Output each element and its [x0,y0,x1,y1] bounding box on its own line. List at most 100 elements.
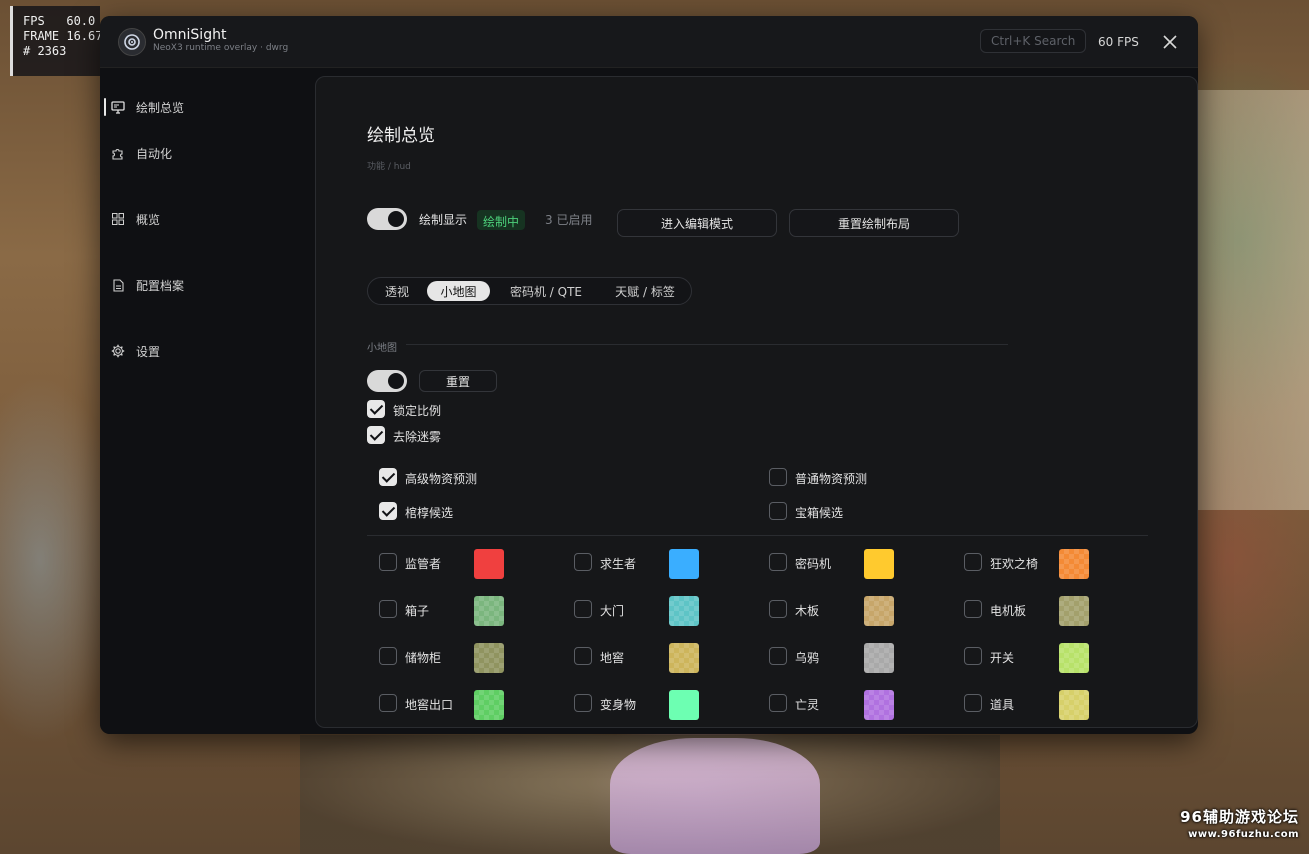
item-checkbox[interactable] [769,553,787,571]
item-label: 地窖出口 [405,698,454,712]
title-bar[interactable]: OmniSight NeoX3 runtime overlay · dwrg C… [100,16,1198,68]
sidebar-item-overview[interactable]: 概览 [110,207,160,231]
gear-icon [110,343,126,359]
item-checkbox[interactable] [379,553,397,571]
color-swatch[interactable] [669,549,699,579]
app-title: OmniSight [153,27,227,43]
sidebar: 绘制总览 自动化 概览 配置档案 设置 [100,68,315,734]
hud-count: # 2363 [23,44,67,58]
chest-candidate-checkbox[interactable] [769,502,787,520]
sidebar-item-label: 自动化 [136,146,173,161]
sidebar-item-settings[interactable]: 设置 [110,339,160,363]
page-title: 绘制总览 [367,126,435,146]
item-checkbox[interactable] [574,600,592,618]
hud-frame: FRAME 16.67 [23,29,103,43]
sidebar-item-profiles[interactable]: 配置档案 [110,273,184,297]
sidebar-item-label: 概览 [136,212,161,227]
reset-button[interactable]: 重置 [419,370,497,392]
color-swatch[interactable] [474,643,504,673]
color-swatch[interactable] [669,643,699,673]
item-label: 变身物 [600,698,637,712]
main-panel: 绘制总览 功能 / hud 绘制显示 绘制中 3 已启用 进入编辑模式 重置绘制… [315,76,1198,728]
coffin-candidate-checkbox[interactable] [379,502,397,520]
normal-supply-label: 普通物资预测 [795,472,868,486]
overlay-window: OmniSight NeoX3 runtime overlay · dwrg C… [100,16,1198,734]
reset-layout-button[interactable]: 重置绘制布局 [789,209,959,237]
color-swatch[interactable] [1059,690,1089,720]
color-swatch[interactable] [1059,596,1089,626]
sidebar-item-automation[interactable]: 自动化 [110,141,172,165]
item-checkbox[interactable] [769,694,787,712]
app-logo-icon [118,28,146,56]
item-checkbox[interactable] [574,694,592,712]
item-checkbox[interactable] [769,600,787,618]
close-icon [1163,35,1177,49]
item-label: 开关 [990,651,1015,665]
color-swatch[interactable] [669,690,699,720]
item-label: 乌鸦 [795,651,820,665]
status-badge: 绘制中 [477,210,526,230]
tab-minimap[interactable]: 小地图 [427,281,490,301]
draw-display-toggle[interactable] [367,208,407,230]
sidebar-item-label: 配置档案 [136,278,185,293]
item-checkbox[interactable] [964,553,982,571]
item-label: 储物柜 [405,651,442,665]
item-checkbox[interactable] [379,694,397,712]
item-label: 地窖 [600,651,625,665]
normal-supply-checkbox[interactable] [769,468,787,486]
search-input[interactable]: Ctrl+K Search [980,29,1086,53]
item-label: 大门 [600,604,625,618]
grid-icon [110,211,126,227]
edit-mode-button[interactable]: 进入编辑模式 [617,209,777,237]
color-swatch[interactable] [864,643,894,673]
minimap-toggle[interactable] [367,370,407,392]
hud-fps: FPS 60.0 [23,14,96,28]
item-label: 箱子 [405,604,430,618]
item-label: 监管者 [405,557,442,571]
color-swatch[interactable] [669,596,699,626]
tab-bar: 透视 小地图 密码机 / QTE 天赋 / 标签 [367,277,692,305]
draw-display-label: 绘制显示 [419,213,468,227]
item-checkbox[interactable] [574,647,592,665]
background-wall [1197,90,1309,510]
color-swatch[interactable] [474,596,504,626]
background-character [610,738,820,854]
item-checkbox[interactable] [964,694,982,712]
tab-talent-tags[interactable]: 天赋 / 标签 [602,281,688,301]
advanced-supply-label: 高级物资预测 [405,472,478,486]
item-checkbox[interactable] [964,600,982,618]
remove-fog-label: 去除迷雾 [393,430,442,444]
item-checkbox[interactable] [964,647,982,665]
item-checkbox[interactable] [769,647,787,665]
enabled-count: 3 已启用 [545,213,593,227]
close-button[interactable] [1160,32,1180,52]
items-divider [367,535,1148,536]
color-swatch[interactable] [864,596,894,626]
item-checkbox[interactable] [379,600,397,618]
item-label: 亡灵 [795,698,820,712]
remove-fog-checkbox[interactable] [367,426,385,444]
item-checkbox[interactable] [574,553,592,571]
color-swatch[interactable] [474,549,504,579]
tab-cipher-qte[interactable]: 密码机 / QTE [496,281,596,301]
item-checkbox[interactable] [379,647,397,665]
item-label: 道具 [990,698,1015,712]
sidebar-item-label: 绘制总览 [136,100,185,115]
tab-esp[interactable]: 透视 [372,281,422,301]
color-swatch[interactable] [1059,549,1089,579]
color-swatch[interactable] [1059,643,1089,673]
monitor-icon [110,99,126,115]
sidebar-item-hud-overview[interactable]: 绘制总览 [103,95,185,119]
color-swatch[interactable] [864,690,894,720]
puzzle-icon [110,145,126,161]
section-title: 小地图 [367,343,397,354]
color-swatch[interactable] [864,549,894,579]
lock-ratio-checkbox[interactable] [367,400,385,418]
color-swatch[interactable] [474,690,504,720]
advanced-supply-checkbox[interactable] [379,468,397,486]
item-label: 狂欢之椅 [990,557,1039,571]
fps-hud: FPS 60.0 FRAME 16.67 # 2363 [10,6,103,76]
file-icon [110,277,126,293]
watermark: 96辅助游戏论坛 www.96fuzhu.com [1180,806,1299,840]
lock-ratio-label: 锁定比例 [393,404,442,418]
